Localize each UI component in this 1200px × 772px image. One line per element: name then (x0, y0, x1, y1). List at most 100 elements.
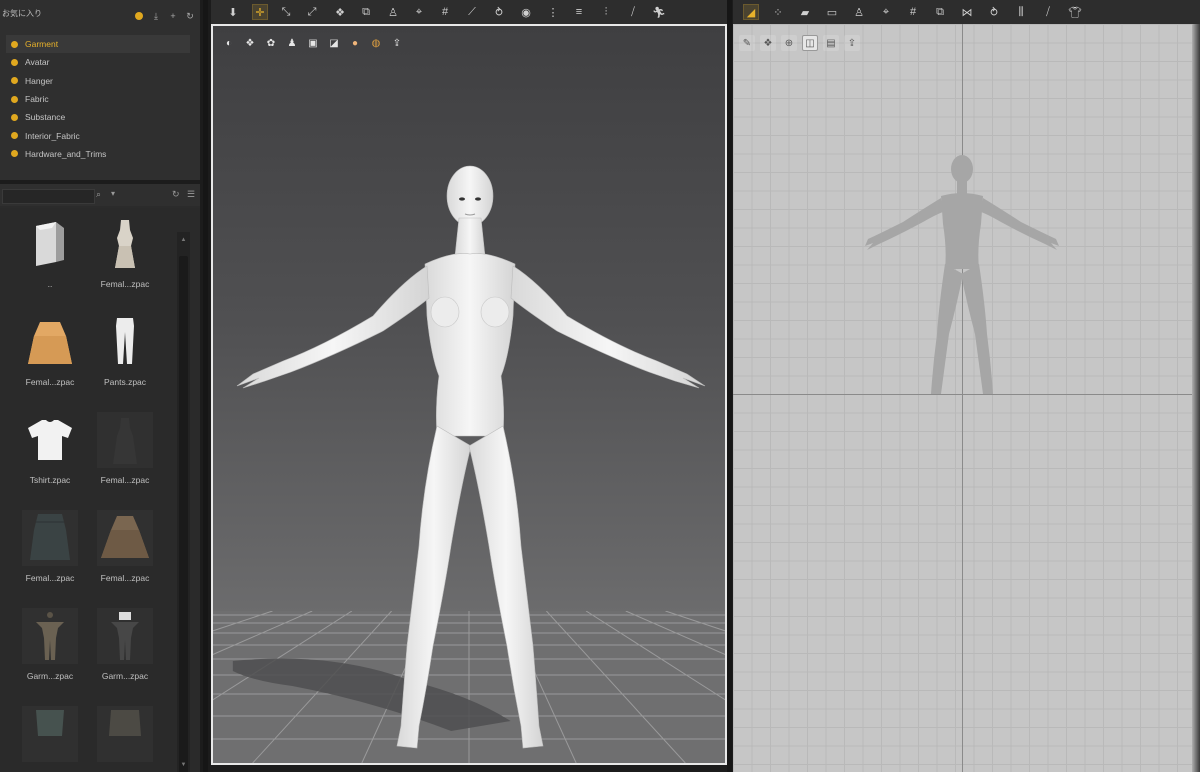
3d-viewport[interactable]: ◐ ❖ ✿ ♟ ▣ ◪ ● ◍ ⇪ (211, 24, 727, 765)
pin-icon[interactable]: ⌖ (878, 4, 894, 20)
library-scrollbar[interactable]: ▲ ▼ (177, 232, 190, 772)
favorites-item-label: Avatar (25, 57, 50, 68)
library-grid: .. Femal...zpac Femal...zpac Pants.zpac (0, 208, 200, 772)
select-pattern-icon[interactable]: ◢ (743, 4, 759, 20)
library-item[interactable] (12, 706, 88, 769)
library-item[interactable]: Tshirt.zpac (12, 412, 88, 485)
library-scrollbar-thumb[interactable] (179, 256, 188, 772)
favorites-title: お気に入り (2, 9, 42, 18)
garment-icon[interactable]: ❖ (332, 4, 348, 20)
library-item[interactable]: Femal...zpac (87, 216, 163, 289)
tshirt-icon (22, 412, 78, 468)
transform-icon[interactable]: ⤢ (304, 4, 320, 20)
grid-icon[interactable]: # (905, 4, 921, 20)
skirt-icon (97, 706, 153, 762)
2d-viewport[interactable]: ✎ ❖ ⊕ ◫ ▤ ⇪ (733, 24, 1200, 772)
tack-icon[interactable]: ⥁ (986, 4, 1002, 20)
favorite-star-icon (11, 113, 18, 121)
library-item[interactable]: Femal...zpac (12, 314, 88, 387)
library-item[interactable] (87, 706, 163, 769)
folder-up-icon (22, 216, 78, 272)
library-item-label: Femal...zpac (25, 377, 75, 387)
library-item-label: Femal...zpac (25, 573, 75, 583)
topstitch-icon[interactable]: ≡ (571, 4, 587, 20)
rectangle-icon[interactable]: ▭ (824, 4, 840, 20)
favorites-item-fabric[interactable]: Fabric (6, 90, 190, 108)
3d-view-toolbar: ⬇ ✛ ⤡ ⤢ ❖ ⧉ ♙ ⌖ # ⟋ ⥁ ◉ ⋮ ≡ ⫶ ⧸ 🏃︎ (211, 0, 727, 24)
favorites-item-interior-fabric[interactable]: Interior_Fabric (6, 126, 190, 144)
library-item[interactable]: Femal...zpac (12, 510, 88, 583)
avatar-model[interactable] (213, 26, 727, 765)
move-gizmo-icon[interactable]: ✛ (252, 4, 268, 20)
avatar-silhouette (865, 155, 1059, 394)
refresh-icon[interactable]: ↻ (172, 189, 180, 200)
tack-icon[interactable]: ⥁ (491, 4, 507, 20)
measure-icon[interactable]: ⟋ (464, 4, 480, 20)
scroll-edge (1192, 24, 1200, 772)
trim-icon[interactable]: ⧸ (625, 4, 641, 20)
select-arrow-icon[interactable]: ⬇ (225, 4, 241, 20)
seam-icon[interactable]: ⫶ (598, 4, 614, 20)
fold-icon[interactable]: ⧉ (932, 4, 948, 20)
favorites-item-avatar[interactable]: Avatar (6, 53, 190, 71)
polygon-icon[interactable]: ▰ (797, 4, 813, 20)
search-icon[interactable]: ⌕ (96, 189, 101, 200)
library-item-label: Garm...zpac (26, 671, 74, 681)
chevron-down-icon[interactable]: ▾ (111, 189, 115, 198)
pants-icon (97, 314, 153, 370)
line-icon[interactable]: ⧸ (1040, 4, 1056, 20)
library-item[interactable]: .. (12, 216, 88, 289)
avatar-icon[interactable]: ♙ (385, 4, 401, 20)
tshirt-icon[interactable]: 👕︎ (1067, 4, 1083, 20)
scroll-down-icon[interactable]: ▼ (179, 760, 188, 770)
library-item[interactable]: Femal...zpac (87, 510, 163, 583)
favorites-item-label: Garment (25, 39, 59, 50)
favorites-item-substance[interactable]: Substance (6, 108, 190, 126)
library-item[interactable]: Pants.zpac (87, 314, 163, 387)
favorites-badge-icon[interactable] (133, 10, 145, 22)
avatar-icon[interactable]: ♙ (851, 4, 867, 20)
list-view-icon[interactable]: ☰ (187, 189, 195, 200)
favorite-star-icon (11, 95, 18, 103)
library-item[interactable]: Garm...zpac (12, 608, 88, 681)
favorites-item-hardware-and-trims[interactable]: Hardware_and_Trims (6, 145, 190, 163)
stitch-icon[interactable]: ⫼ (1013, 4, 1029, 20)
fold-icon[interactable]: ⧉ (358, 4, 374, 20)
edit-pattern-icon[interactable]: ⤡ (278, 4, 294, 20)
favorites-list: Garment Avatar Hanger Fabric Substance I… (6, 35, 190, 163)
add-icon[interactable]: + (167, 10, 179, 22)
favorites-item-label: Interior_Fabric (25, 130, 80, 141)
favorite-star-icon (11, 132, 18, 140)
library-item[interactable]: Garm...zpac (87, 608, 163, 681)
library-panel: ⌕ ▾ ↻ ☰ .. Femal...zpac Femal...zpac Pan… (0, 184, 200, 772)
library-item-label: Tshirt.zpac (29, 475, 71, 485)
grid-icon[interactable]: # (437, 4, 453, 20)
library-toolbar: ⌕ ▾ ↻ ☰ (0, 184, 200, 206)
walk-icon[interactable]: 🏃︎ (651, 4, 667, 20)
favorites-item-label: Fabric (25, 94, 49, 105)
library-item-label: Pants.zpac (103, 377, 147, 387)
library-item-label: Femal...zpac (100, 573, 150, 583)
download-icon[interactable]: ⤓ (150, 10, 162, 22)
favorites-item-garment[interactable]: Garment (6, 35, 190, 54)
edit-point-icon[interactable]: ⁘ (770, 4, 786, 20)
library-item-label: Femal...zpac (100, 279, 150, 289)
pin-icon[interactable]: ⌖ (411, 4, 427, 20)
zipper-icon[interactable]: ⋮ (545, 4, 561, 20)
skirt-icon (97, 510, 153, 566)
panel-splitter[interactable] (727, 0, 732, 772)
library-search-input[interactable] (2, 189, 95, 204)
dress-icon (97, 412, 153, 468)
favorites-item-hanger[interactable]: Hanger (6, 72, 190, 90)
sewing-icon[interactable]: ⋈ (959, 4, 975, 20)
favorites-item-label: Substance (25, 112, 66, 123)
refresh-icon[interactable]: ↻ (184, 10, 196, 22)
favorites-header: お気に入り ⤓ + ↻ (0, 0, 200, 30)
button-icon[interactable]: ◉ (518, 4, 534, 20)
library-item-label: .. (47, 279, 53, 289)
panel-splitter[interactable] (203, 0, 208, 772)
favorite-star-icon (11, 40, 18, 48)
library-item[interactable]: Femal...zpac (87, 412, 163, 485)
scroll-up-icon[interactable]: ▲ (179, 235, 188, 245)
favorites-panel: お気に入り ⤓ + ↻ Garment Avatar Hanger Fabric… (0, 0, 200, 180)
